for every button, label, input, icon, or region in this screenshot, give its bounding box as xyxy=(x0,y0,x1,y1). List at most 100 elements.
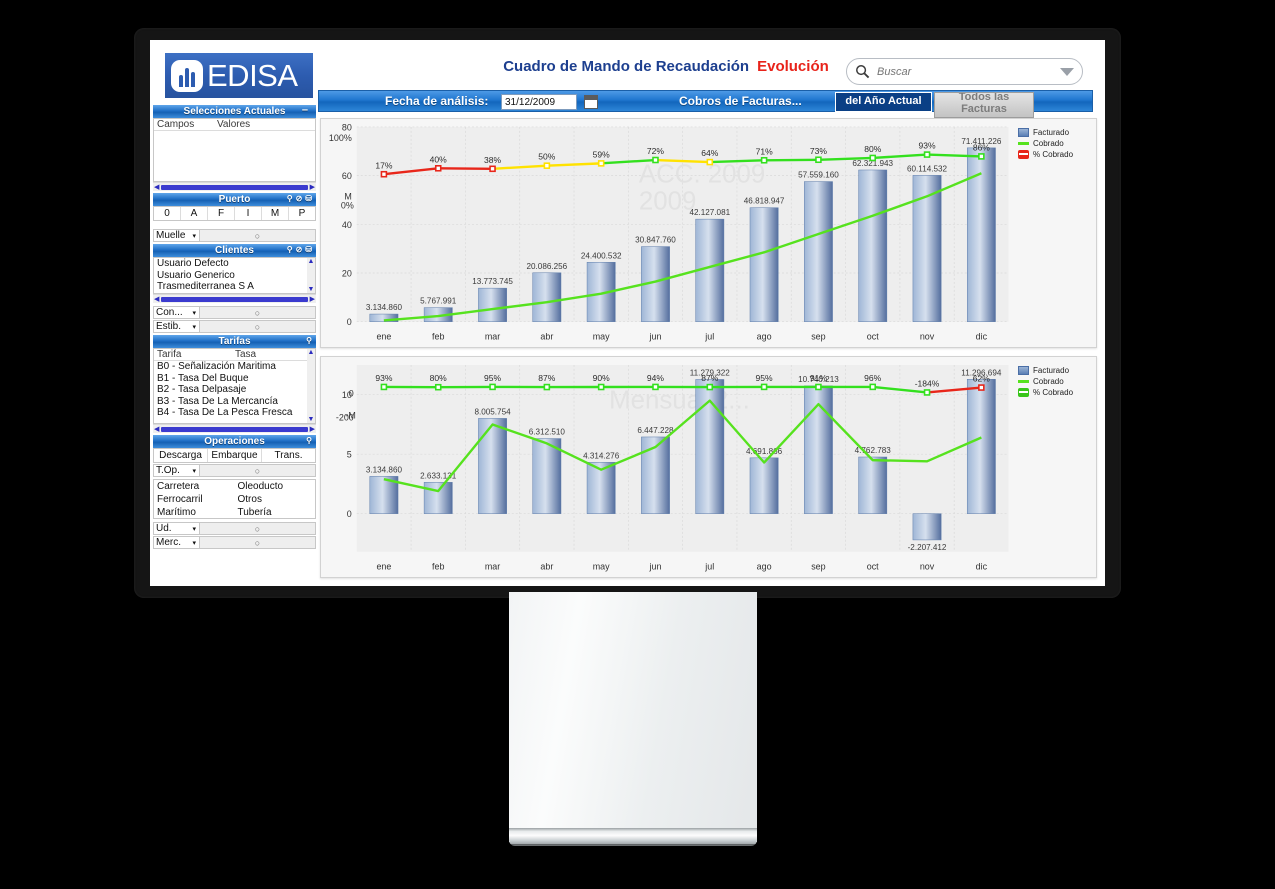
scroll-up-icon[interactable]: ▲ xyxy=(308,258,315,265)
scroll-left-icon[interactable]: ◀ xyxy=(154,425,159,433)
combo-con[interactable]: Con... ▾ ○ xyxy=(153,306,316,319)
search-icon[interactable]: ⚲ xyxy=(306,436,312,445)
puerto-cell-f[interactable]: F xyxy=(208,207,235,220)
combo-muelle[interactable]: Muelle ▾ ○ xyxy=(153,229,316,242)
analysis-date-input[interactable] xyxy=(501,94,577,110)
chevron-down-icon[interactable] xyxy=(1060,67,1074,76)
panel-puerto-header[interactable]: Puerto ⚲ ⊘ ⛁ xyxy=(153,193,316,206)
legend-item-cobrado[interactable]: Cobrado xyxy=(1018,376,1092,387)
combo-top[interactable]: T.Op. ▾ ○ xyxy=(153,464,316,477)
tarifas-vscrollbar[interactable]: ▲ ▼ xyxy=(307,349,315,423)
puerto-cell-m[interactable]: M xyxy=(262,207,289,220)
clientes-vscrollbar[interactable]: ▲ ▼ xyxy=(307,258,315,293)
list-item[interactable]: Carretera xyxy=(157,480,235,493)
panel-clientes-header[interactable]: Clientes ⚲ ⊘ ⛁ xyxy=(153,244,316,257)
chevron-down-icon[interactable]: ▾ xyxy=(192,309,199,317)
list-item[interactable]: B4 - Tasa De La Pesca Fresca xyxy=(157,407,312,419)
list-item[interactable]: Oleoducto xyxy=(238,480,316,493)
chevron-down-icon[interactable]: ▾ xyxy=(192,323,199,331)
column-embarque[interactable]: Embarque xyxy=(208,449,262,462)
puerto-cell-0[interactable]: 0 xyxy=(154,207,181,220)
column-descarga[interactable]: Descarga xyxy=(154,449,208,462)
tarifas-hscrollbar[interactable]: ◀ ▶ xyxy=(153,424,316,433)
minimize-icon[interactable]: – xyxy=(302,104,308,116)
tarifas-listbox[interactable]: Tarifa Tasa B0 - Señalización Maritima B… xyxy=(153,348,316,424)
chevron-down-icon[interactable]: ▾ xyxy=(192,232,199,240)
facturado-swatch-icon xyxy=(1018,366,1029,375)
legend-item-pct-cobrado[interactable]: % Cobrado xyxy=(1018,387,1092,398)
scroll-left-icon[interactable]: ◀ xyxy=(154,295,159,303)
chevron-down-icon[interactable]: ▾ xyxy=(192,525,199,533)
operaciones-modes[interactable]: Carretera Ferrocarril Marítimo Oleoducto… xyxy=(153,479,316,519)
column-trans[interactable]: Trans. xyxy=(262,449,315,462)
list-item[interactable]: B0 - Señalización Maritima xyxy=(157,361,312,373)
puerto-cell-p[interactable]: P xyxy=(289,207,315,220)
legend-item-pct-cobrado[interactable]: % Cobrado xyxy=(1018,149,1092,160)
scroll-down-icon[interactable]: ▼ xyxy=(308,286,315,293)
list-item[interactable]: Otros xyxy=(238,493,316,506)
clientes-hscrollbar[interactable]: ◀ ▶ xyxy=(153,294,316,303)
selecciones-listbox[interactable]: Campos Valores xyxy=(153,118,316,182)
search-icon[interactable]: ⚲ xyxy=(287,245,293,254)
chevron-down-icon[interactable]: ▾ xyxy=(192,539,199,547)
combo-ud[interactable]: Ud. ▾ ○ xyxy=(153,522,316,535)
calendar-icon[interactable] xyxy=(584,95,598,109)
svg-text:3.134.860: 3.134.860 xyxy=(366,303,403,312)
search-icon[interactable]: ⚲ xyxy=(287,194,293,203)
scroll-thumb[interactable] xyxy=(161,184,308,190)
combo-con-label: Con... xyxy=(156,307,183,318)
scroll-left-icon[interactable]: ◀ xyxy=(154,183,159,191)
list-item[interactable]: Usuario Defecto xyxy=(157,258,312,270)
clear-icon[interactable]: ⊘ xyxy=(296,245,303,254)
list-item[interactable]: Tubería xyxy=(238,506,316,519)
search-icon[interactable]: ⚲ xyxy=(306,336,312,345)
list-item[interactable]: B3 - Tasa De La Mercancía xyxy=(157,396,312,408)
clientes-listbox[interactable]: Usuario Defecto Usuario Generico Trasmed… xyxy=(153,257,316,294)
combo-estib[interactable]: Estib. ▾ ○ xyxy=(153,320,316,333)
combo-estib-label: Estib. xyxy=(156,321,182,332)
scroll-thumb[interactable] xyxy=(161,296,308,302)
combo-merc[interactable]: Merc. ▾ ○ xyxy=(153,536,316,549)
list-item[interactable]: Ferrocarril xyxy=(157,493,235,506)
legend-item-cobrado[interactable]: Cobrado xyxy=(1018,138,1092,149)
scroll-right-icon[interactable]: ▶ xyxy=(310,425,315,433)
list-item[interactable]: B2 - Tasa Delpasaje xyxy=(157,384,312,396)
svg-text:0: 0 xyxy=(347,317,352,327)
selecciones-hscrollbar[interactable]: ◀ ▶ xyxy=(153,182,316,191)
edisa-logo-icon xyxy=(171,59,203,92)
search-input[interactable] xyxy=(875,64,1056,79)
chevron-down-icon[interactable]: ▾ xyxy=(192,467,199,475)
legend-item-facturado[interactable]: Facturado xyxy=(1018,127,1092,138)
svg-text:40%: 40% xyxy=(430,154,447,164)
clear-icon[interactable]: ⊘ xyxy=(296,194,303,203)
scroll-right-icon[interactable]: ▶ xyxy=(310,295,315,303)
panel-selecciones-header[interactable]: Selecciones Actuales – xyxy=(153,104,316,118)
combo-ud-value[interactable]: ○ xyxy=(200,523,315,534)
lock-icon[interactable]: ⛁ xyxy=(305,245,312,254)
lock-icon[interactable]: ⛁ xyxy=(305,194,312,203)
puerto-cells[interactable]: 0 A F I M P xyxy=(153,206,316,221)
tab-todas-facturas[interactable]: Todos las Facturas xyxy=(934,92,1034,118)
tab-ano-actual[interactable]: del Año Actual xyxy=(835,92,932,112)
scroll-right-icon[interactable]: ▶ xyxy=(310,183,315,191)
list-item[interactable]: Marítimo xyxy=(157,506,235,519)
combo-top-value[interactable]: ○ xyxy=(200,465,315,476)
panel-operaciones-header[interactable]: Operaciones ⚲ xyxy=(153,435,316,448)
list-item[interactable]: Usuario Generico xyxy=(157,270,312,282)
combo-con-value[interactable]: ○ xyxy=(200,307,315,318)
list-item[interactable]: B1 - Tasa Del Buque xyxy=(157,373,312,385)
list-item[interactable]: Trasmediterranea S A xyxy=(157,281,312,293)
scroll-down-icon[interactable]: ▼ xyxy=(308,416,315,423)
legend-item-facturado[interactable]: Facturado xyxy=(1018,365,1092,376)
search-box[interactable] xyxy=(846,58,1083,85)
puerto-cell-a[interactable]: A xyxy=(181,207,208,220)
combo-merc-value[interactable]: ○ xyxy=(200,537,315,548)
scroll-up-icon[interactable]: ▲ xyxy=(308,349,315,356)
chart-mensual-2009[interactable]: 0 5 10 0 -200 -M Mensual 2... 3.134.860 2.633.13… xyxy=(320,356,1097,578)
combo-estib-value[interactable]: ○ xyxy=(200,321,315,332)
chart-acc-2009[interactable]: 0 20 40 60 80 100% M 0% ACC. 2009 2009 3.134.860 5.… xyxy=(320,118,1097,348)
puerto-cell-i[interactable]: I xyxy=(235,207,262,220)
scroll-thumb[interactable] xyxy=(161,426,308,432)
combo-muelle-value[interactable]: ○ xyxy=(200,230,315,241)
panel-tarifas-header[interactable]: Tarifas ⚲ xyxy=(153,335,316,348)
